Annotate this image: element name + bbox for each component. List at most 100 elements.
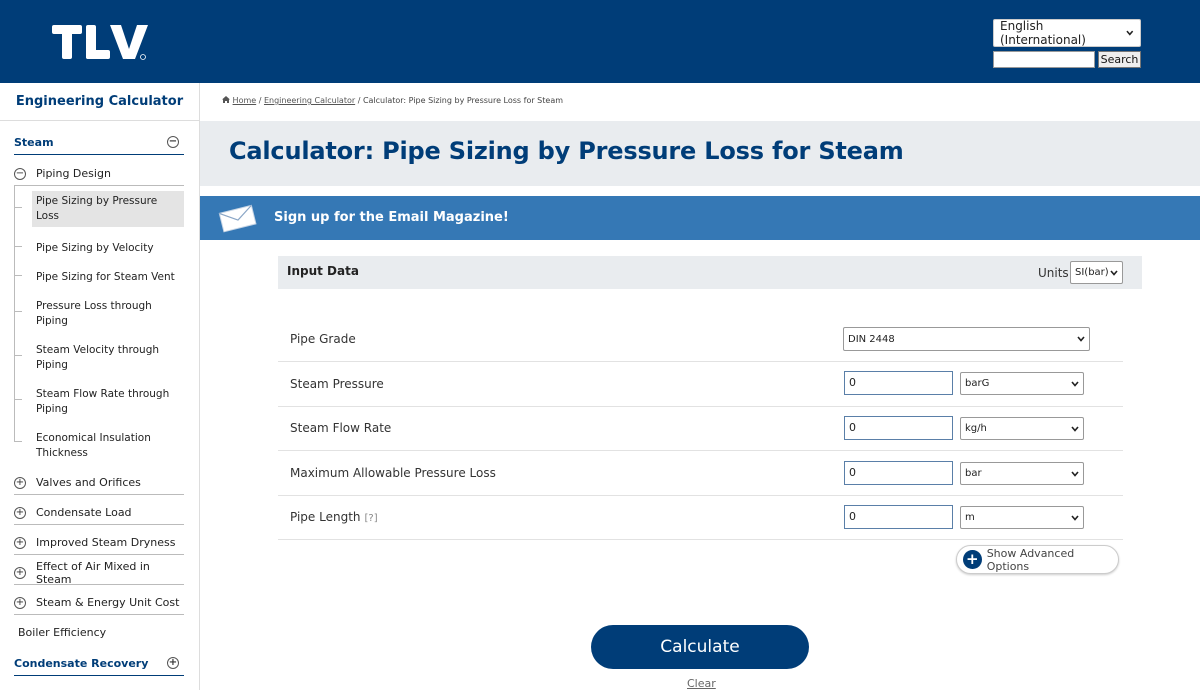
expand-icon[interactable]: +	[14, 507, 26, 519]
chevron-down-icon	[1071, 470, 1079, 477]
steam-flow-rate-unit-value: kg/h	[965, 423, 987, 434]
envelope-icon	[218, 204, 257, 233]
site-header: English (International) Search	[0, 0, 1200, 83]
sidebar-item-pressure-loss-piping[interactable]: Pressure Loss through Piping	[32, 296, 184, 332]
sidebar-group-label: Piping Design	[36, 167, 111, 180]
collapse-icon[interactable]: −	[14, 168, 26, 180]
chevron-down-icon	[1071, 514, 1079, 521]
row-divider	[278, 539, 1123, 540]
sidebar-group-label: Improved Steam Dryness	[36, 536, 176, 549]
sidebar-group-condensate-load[interactable]: + Condensate Load	[14, 501, 184, 525]
expand-icon[interactable]: +	[167, 657, 179, 669]
steam-pressure-label: Steam Pressure	[290, 377, 384, 391]
sidebar-category-label: Steam	[14, 136, 54, 149]
language-select[interactable]: English (International)	[993, 19, 1141, 47]
chevron-down-icon	[1077, 336, 1085, 342]
input-data-heading: Input Data	[287, 264, 359, 278]
clear-link[interactable]: Clear	[687, 677, 716, 690]
row-divider	[278, 361, 1123, 362]
search-input[interactable]	[993, 51, 1095, 68]
tree-tick	[14, 207, 22, 208]
pipe-length-unit-select[interactable]: m	[960, 506, 1084, 529]
row-divider	[278, 495, 1123, 496]
pipe-length-label-wrap: Pipe Length [?]	[290, 510, 378, 524]
sidebar-group-improved-steam-dryness[interactable]: + Improved Steam Dryness	[14, 531, 184, 555]
sidebar-category-label: Condensate Recovery	[14, 657, 149, 670]
steam-pressure-unit-value: barG	[965, 378, 990, 389]
home-icon	[222, 96, 230, 103]
units-select[interactable]: SI(bar)	[1070, 261, 1123, 284]
plus-icon: +	[963, 550, 982, 569]
sidebar-category-condensate-recovery[interactable]: Condensate Recovery +	[14, 652, 184, 676]
sidebar-item-pipe-sizing-steam-vent[interactable]: Pipe Sizing for Steam Vent	[32, 267, 184, 288]
expand-icon[interactable]: +	[14, 567, 26, 579]
page-title: Calculator: Pipe Sizing by Pressure Loss…	[229, 137, 904, 165]
sidebar-group-label: Steam & Energy Unit Cost	[36, 596, 180, 609]
sidebar-title[interactable]: Engineering Calculator	[0, 83, 199, 121]
units-label: Units	[1038, 266, 1069, 280]
steam-flow-rate-unit-select[interactable]: kg/h	[960, 417, 1084, 440]
help-link[interactable]: [?]	[365, 513, 378, 524]
row-divider	[278, 406, 1123, 407]
tree-tick	[14, 246, 22, 247]
search-button[interactable]: Search	[1098, 51, 1141, 68]
sidebar-group-steam-energy-cost[interactable]: + Steam & Energy Unit Cost	[14, 591, 184, 615]
sidebar: Engineering Calculator Steam − − Piping …	[0, 83, 200, 690]
sidebar-item-steam-flow-rate-piping[interactable]: Steam Flow Rate through Piping	[32, 384, 184, 420]
expand-icon[interactable]: +	[14, 597, 26, 609]
sidebar-group-air-mixed-steam[interactable]: + Effect of Air Mixed in Steam	[14, 559, 184, 586]
sidebar-group-label: Valves and Orifices	[36, 476, 141, 489]
sidebar-item-pipe-sizing-velocity[interactable]: Pipe Sizing by Velocity	[32, 238, 184, 259]
tree-tick	[14, 311, 22, 312]
expand-icon[interactable]: +	[14, 477, 26, 489]
max-pressure-loss-unit-select[interactable]: bar	[960, 462, 1084, 485]
tree-tick	[14, 441, 22, 442]
pipe-length-input[interactable]: 0	[844, 505, 953, 529]
steam-flow-rate-input[interactable]: 0	[844, 416, 953, 440]
calculate-button[interactable]: Calculate	[591, 625, 809, 669]
sidebar-item-boiler-efficiency[interactable]: Boiler Efficiency	[18, 626, 106, 639]
sidebar-group-label: Effect of Air Mixed in Steam	[36, 559, 150, 586]
email-magazine-label[interactable]: Sign up for the Email Magazine!	[274, 210, 509, 225]
sidebar-category-steam[interactable]: Steam −	[14, 131, 184, 155]
row-divider	[278, 450, 1123, 451]
max-pressure-loss-label: Maximum Allowable Pressure Loss	[290, 466, 496, 480]
chevron-down-icon	[1110, 269, 1118, 276]
pipe-length-label: Pipe Length	[290, 510, 361, 524]
tree-tick	[14, 355, 22, 356]
pipe-grade-label: Pipe Grade	[290, 332, 356, 346]
chevron-down-icon	[1071, 425, 1079, 432]
breadcrumb-engineering-calculator-link[interactable]: Engineering Calculator	[264, 96, 355, 105]
sidebar-item-pipe-sizing-pressure-loss[interactable]: Pipe Sizing by Pressure Loss	[32, 191, 184, 227]
sidebar-item-steam-velocity-piping[interactable]: Steam Velocity through Piping	[32, 340, 184, 376]
breadcrumb-current: Calculator: Pipe Sizing by Pressure Loss…	[362, 96, 564, 105]
sidebar-group-piping-design[interactable]: − Piping Design	[14, 162, 184, 186]
tree-line	[14, 186, 15, 442]
pipe-grade-select[interactable]: DIN 2448	[843, 327, 1090, 351]
max-pressure-loss-input[interactable]: 0	[844, 461, 953, 485]
tlv-logo[interactable]	[52, 22, 148, 62]
advanced-options-label: Show Advanced Options	[986, 546, 1075, 573]
steam-flow-rate-label: Steam Flow Rate	[290, 421, 392, 435]
sidebar-group-label: Condensate Load	[36, 506, 132, 519]
tree-tick	[14, 399, 22, 400]
breadcrumb-separator: /	[258, 96, 262, 105]
collapse-icon[interactable]: −	[167, 136, 179, 148]
pipe-grade-value: DIN 2448	[848, 333, 895, 345]
pipe-length-unit-value: m	[965, 512, 975, 523]
steam-pressure-unit-select[interactable]: barG	[960, 372, 1084, 395]
tree-tick	[14, 275, 22, 276]
sidebar-item-economical-insulation[interactable]: Economical Insulation Thickness	[32, 428, 184, 464]
breadcrumb: Home / Engineering Calculator / Calculat…	[222, 96, 563, 105]
show-advanced-options-button[interactable]: + Show Advanced Options	[956, 545, 1119, 574]
expand-icon[interactable]: +	[14, 537, 26, 549]
steam-pressure-input[interactable]: 0	[844, 371, 953, 395]
chevron-down-icon	[1126, 30, 1134, 36]
breadcrumb-home-link[interactable]: Home	[233, 96, 257, 105]
input-data-header	[278, 256, 1142, 289]
max-pressure-loss-unit-value: bar	[965, 468, 982, 479]
breadcrumb-separator: /	[357, 96, 361, 105]
chevron-down-icon	[1071, 380, 1079, 387]
language-select-value: English (International)	[1000, 19, 1086, 47]
sidebar-group-valves-orifices[interactable]: + Valves and Orifices	[14, 471, 184, 495]
